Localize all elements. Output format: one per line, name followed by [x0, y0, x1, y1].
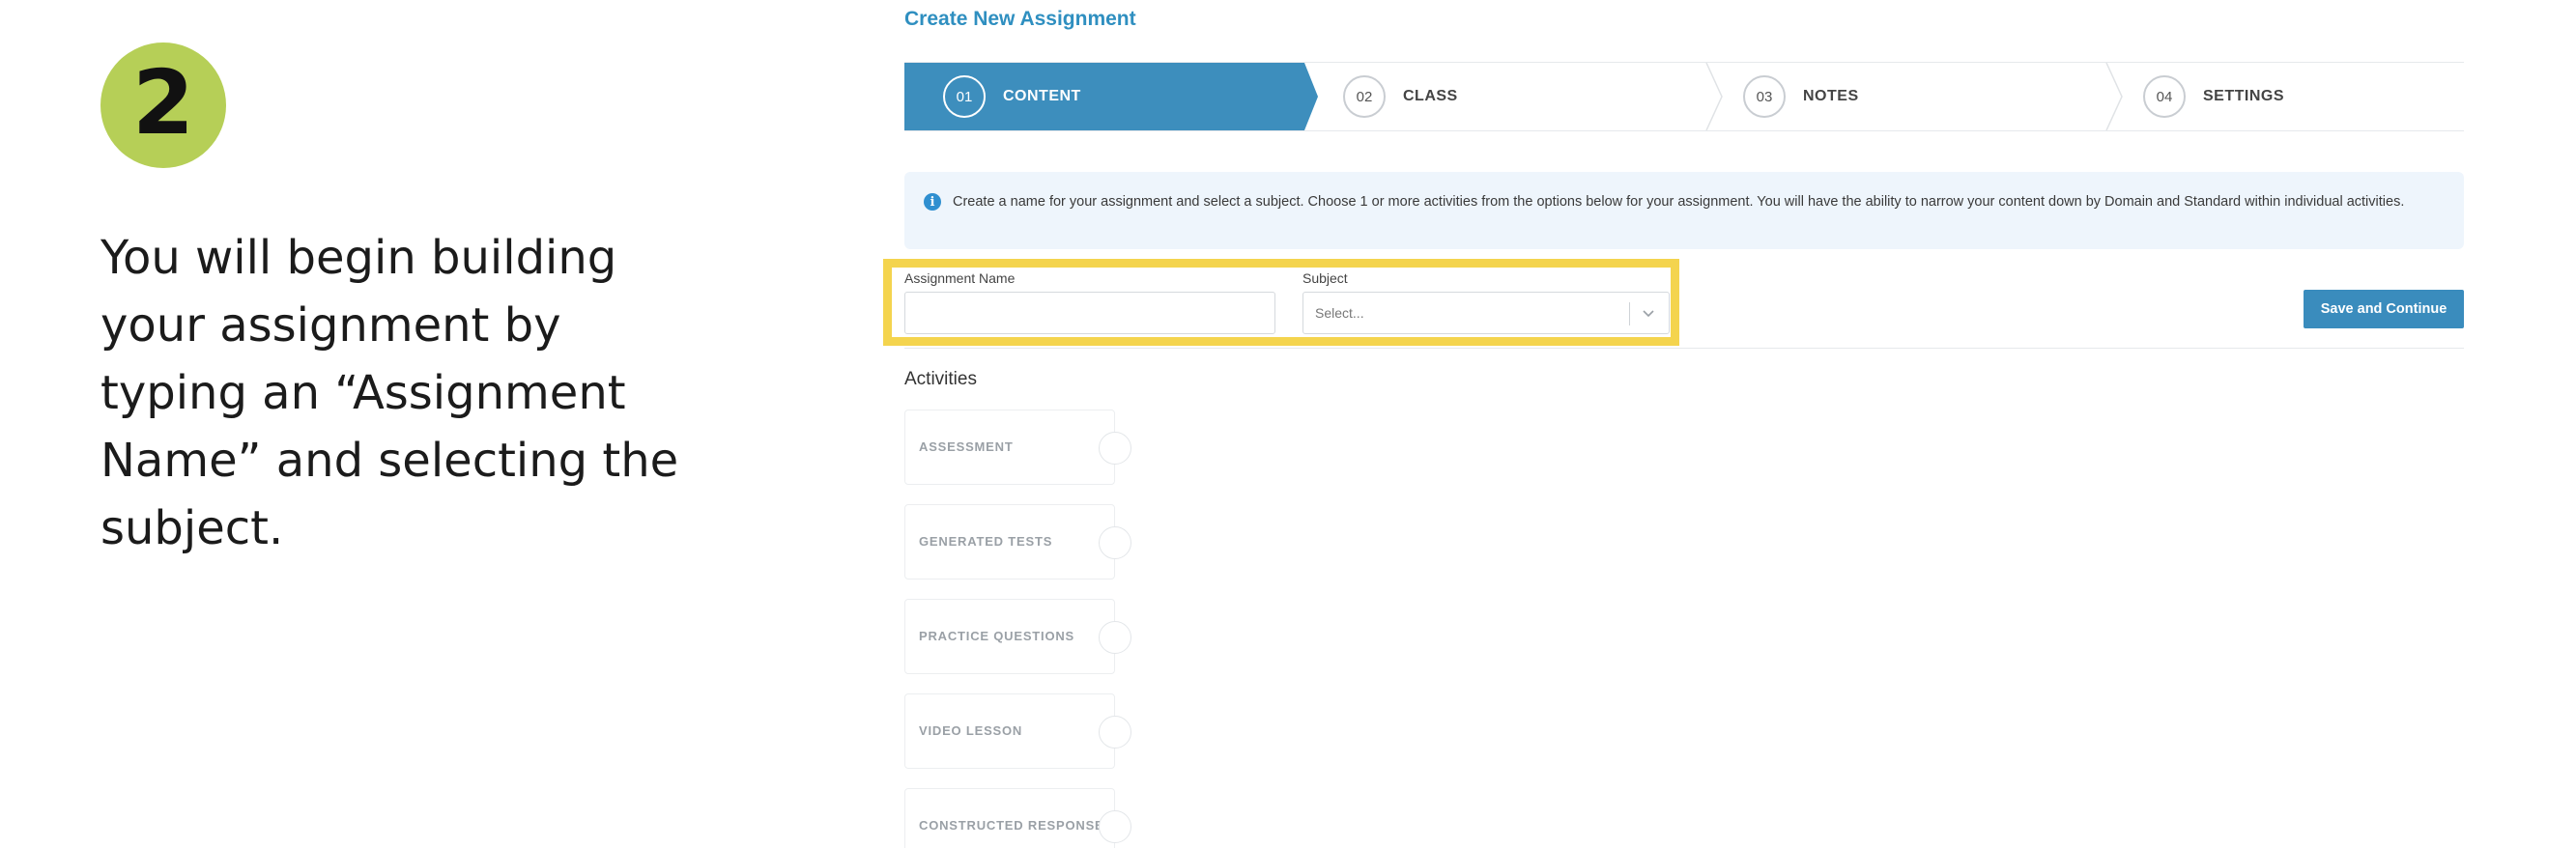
activity-radio[interactable]: [1099, 810, 1131, 843]
instruction-text: You will begin building your assignment …: [100, 231, 679, 555]
step-number-circle: 01: [943, 75, 986, 118]
step-number-circle: 02: [1343, 75, 1386, 118]
step-class[interactable]: 02 CLASS: [1343, 63, 1458, 130]
wizard-stepper: 01 CONTENT 02 CLASS 03 NOTES 04 SETTINGS: [904, 62, 2464, 131]
step-settings[interactable]: 04 SETTINGS: [2143, 63, 2284, 130]
activity-label: ASSESSMENT: [919, 439, 1014, 454]
activity-card-assessment[interactable]: ASSESSMENT: [904, 410, 1131, 485]
step-number-circle: 03: [1743, 75, 1786, 118]
step-label: CLASS: [1403, 88, 1458, 104]
info-text: Create a name for your assignment and se…: [953, 194, 2405, 210]
step-label: NOTES: [1803, 88, 1859, 104]
step-number-badge: 2: [100, 42, 226, 168]
active-step-arrow: [1304, 63, 1318, 130]
activity-radio[interactable]: [1099, 621, 1131, 654]
activity-label: CONSTRUCTED RESPONSE: [919, 818, 1104, 833]
step-notes[interactable]: 03 NOTES: [1743, 63, 1859, 130]
activity-label: VIDEO LESSON: [919, 723, 1023, 738]
activity-card-generated-tests[interactable]: GENERATED TESTS: [904, 504, 1131, 579]
info-banner: i Create a name for your assignment and …: [904, 172, 2464, 249]
activity-card-video-lesson[interactable]: VIDEO LESSON: [904, 693, 1131, 769]
activity-card-constructed-response[interactable]: CONSTRUCTED RESPONSE: [904, 788, 1131, 848]
activity-radio[interactable]: [1099, 716, 1131, 749]
page-title: Create New Assignment: [904, 8, 1136, 30]
form-divider: [904, 348, 2464, 349]
step-number-circle: 04: [2143, 75, 2186, 118]
step-content[interactable]: 01 CONTENT: [904, 63, 1304, 130]
info-icon: i: [924, 193, 941, 211]
activity-label: PRACTICE QUESTIONS: [919, 629, 1075, 643]
save-and-continue-button[interactable]: Save and Continue: [2304, 290, 2464, 328]
step-label: SETTINGS: [2203, 88, 2285, 104]
highlight-box: [883, 259, 1679, 346]
activity-radio[interactable]: [1099, 432, 1131, 465]
step-number: 2: [131, 51, 194, 155]
activity-radio[interactable]: [1099, 526, 1131, 559]
activity-label: GENERATED TESTS: [919, 534, 1053, 549]
step-separator-chevron-icon: [1705, 63, 1723, 130]
activities-heading: Activities: [904, 369, 977, 389]
step-label: CONTENT: [1003, 88, 1081, 104]
activity-card-practice-questions[interactable]: PRACTICE QUESTIONS: [904, 599, 1131, 674]
step-separator-chevron-icon: [2105, 63, 2123, 130]
